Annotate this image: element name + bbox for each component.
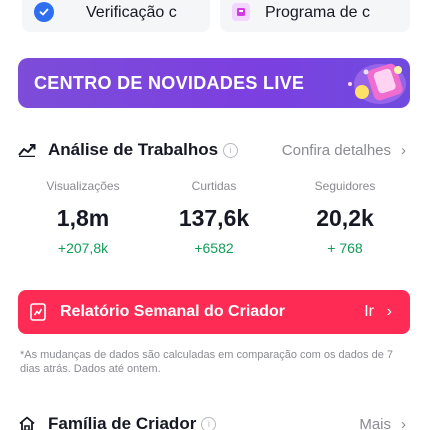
chevron-right-icon: › <box>386 303 392 320</box>
go-label: Ir <box>364 303 374 320</box>
stat-label: Curtidas <box>191 179 237 193</box>
stat-delta: +6582 <box>194 240 234 256</box>
stat-delta: + 768 <box>327 240 363 256</box>
more-label: Mais <box>359 416 391 430</box>
see-details-label: Confira detalhes <box>281 142 391 159</box>
weekly-report-label: Relatório Semanal do Criador <box>60 303 285 320</box>
weekly-report-button[interactable]: Relatório Semanal do Criador Ir › <box>18 290 410 334</box>
more-link[interactable]: Mais › <box>359 416 406 430</box>
program-badge-icon <box>232 3 250 21</box>
work-analysis-header: Análise de Trabalhos i Confira detalhes … <box>18 136 410 164</box>
verification-label: Verificação c <box>86 4 177 21</box>
stat-value: 137,6k <box>178 205 250 231</box>
info-icon[interactable]: i <box>201 416 217 430</box>
stat-delta: +207,8k <box>57 240 109 256</box>
see-details-link[interactable]: Confira detalhes › <box>282 142 406 159</box>
data-footnote: *As mudanças de dados são calculadas em … <box>20 349 393 375</box>
chevron-right-icon: › <box>401 416 406 430</box>
stat-value: 20,2k <box>316 205 374 231</box>
chevron-right-icon: › <box>401 142 406 159</box>
creator-family-header: Família de Criador i Mais › <box>18 410 410 430</box>
live-banner-text: CENTRO DE NOVIDADES LIVE <box>34 73 305 93</box>
program-label: Programa de c <box>265 4 370 21</box>
creator-family-title: Família de Criador <box>48 414 197 430</box>
live-news-banner[interactable]: CENTRO DE NOVIDADES LIVE <box>18 58 410 108</box>
info-icon[interactable]: i <box>223 142 239 158</box>
stat-likes[interactable]: Curtidas 137,6k +6582 <box>149 178 279 256</box>
verified-check-icon <box>34 2 54 22</box>
stat-label: Seguidores <box>314 179 376 193</box>
verification-card[interactable]: Verificação c <box>22 0 210 32</box>
stat-followers[interactable]: Seguidores 20,2k + 768 <box>280 178 410 256</box>
stat-views[interactable]: Visualizações 1,8m +207,8k <box>18 178 148 256</box>
stat-label: Visualizações <box>46 179 120 193</box>
program-card[interactable]: Programa de c <box>220 0 410 32</box>
stat-value: 1,8m <box>56 205 110 231</box>
live-gift-illustration-icon <box>354 63 406 104</box>
work-analysis-title: Análise de Trabalhos <box>48 140 219 159</box>
top-shortcut-cards: Verificação c Programa de c <box>0 0 430 40</box>
work-stats: Visualizações 1,8m +207,8k Curtidas 137,… <box>18 178 410 268</box>
trend-chart-icon <box>18 141 36 159</box>
report-document-icon <box>30 303 46 321</box>
home-icon <box>18 415 36 430</box>
